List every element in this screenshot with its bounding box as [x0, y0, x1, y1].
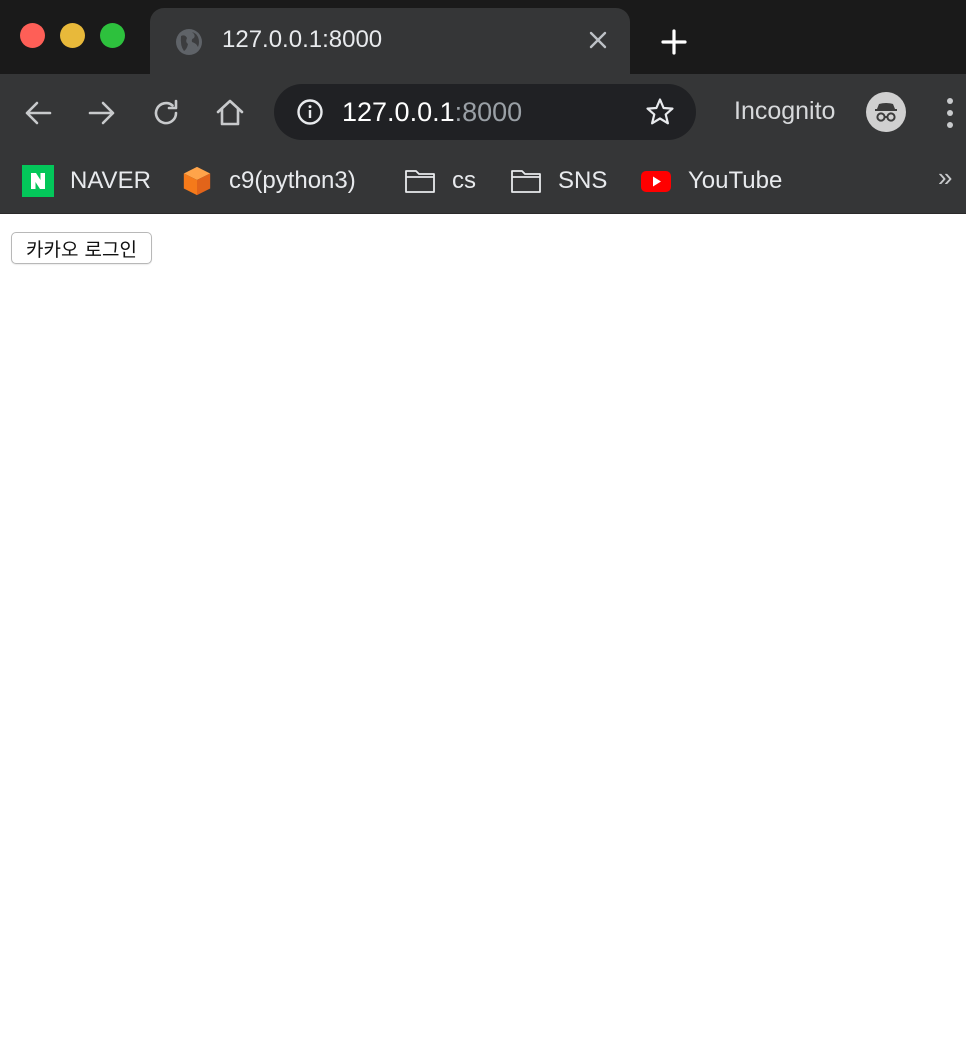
forward-arrow-icon[interactable]	[84, 95, 120, 131]
youtube-icon	[641, 171, 671, 192]
tab-title: 127.0.0.1:8000	[222, 26, 383, 53]
bookmark-label: c9(python3)	[229, 167, 356, 194]
new-tab-icon[interactable]	[660, 28, 688, 56]
active-tab[interactable]: 127.0.0.1:8000	[150, 8, 630, 74]
bookmark-label: cs	[452, 167, 476, 194]
incognito-label: Incognito	[734, 97, 836, 125]
naver-icon	[22, 165, 54, 197]
globe-icon	[176, 29, 202, 55]
page-content: 카카오 로그인	[0, 214, 966, 1044]
bookmarks-bar: NAVER c9(python3) cs SNS YouTube »	[0, 152, 966, 213]
close-tab-icon[interactable]	[586, 28, 610, 52]
minimize-window-button[interactable]	[60, 23, 85, 48]
bookmark-folder-cs[interactable]: cs	[404, 160, 476, 202]
bookmark-star-icon[interactable]	[644, 96, 676, 128]
url-text[interactable]: 127.0.0.1:8000	[342, 97, 522, 128]
close-window-button[interactable]	[20, 23, 45, 48]
reload-icon[interactable]	[148, 95, 184, 131]
menu-kebab-icon[interactable]	[938, 94, 962, 132]
folder-icon	[511, 170, 541, 193]
bookmark-label: NAVER	[70, 167, 151, 194]
bookmark-naver[interactable]: NAVER	[22, 160, 151, 202]
folder-icon	[405, 170, 435, 193]
back-arrow-icon[interactable]	[20, 95, 56, 131]
url-host: 127.0.0.1	[342, 97, 455, 127]
incognito-icon[interactable]	[866, 92, 906, 132]
bookmark-label: YouTube	[688, 167, 783, 194]
bookmark-folder-sns[interactable]: SNS	[510, 160, 607, 202]
bookmark-label: SNS	[558, 167, 608, 194]
home-icon[interactable]	[212, 95, 248, 131]
url-port: :8000	[454, 97, 523, 127]
bookmark-c9[interactable]: c9(python3)	[181, 160, 356, 202]
browser-toolbar: 127.0.0.1:8000 Incognito	[0, 74, 966, 152]
kakao-login-button[interactable]: 카카오 로그인	[11, 232, 152, 264]
cube-icon	[183, 166, 211, 196]
tab-strip: 127.0.0.1:8000	[0, 0, 966, 74]
bookmark-youtube[interactable]: YouTube	[640, 160, 782, 202]
address-bar[interactable]: 127.0.0.1:8000	[274, 84, 696, 140]
info-icon[interactable]	[296, 98, 324, 126]
bookmarks-overflow-chevron-icon[interactable]: »	[938, 162, 952, 193]
maximize-window-button[interactable]	[100, 23, 125, 48]
